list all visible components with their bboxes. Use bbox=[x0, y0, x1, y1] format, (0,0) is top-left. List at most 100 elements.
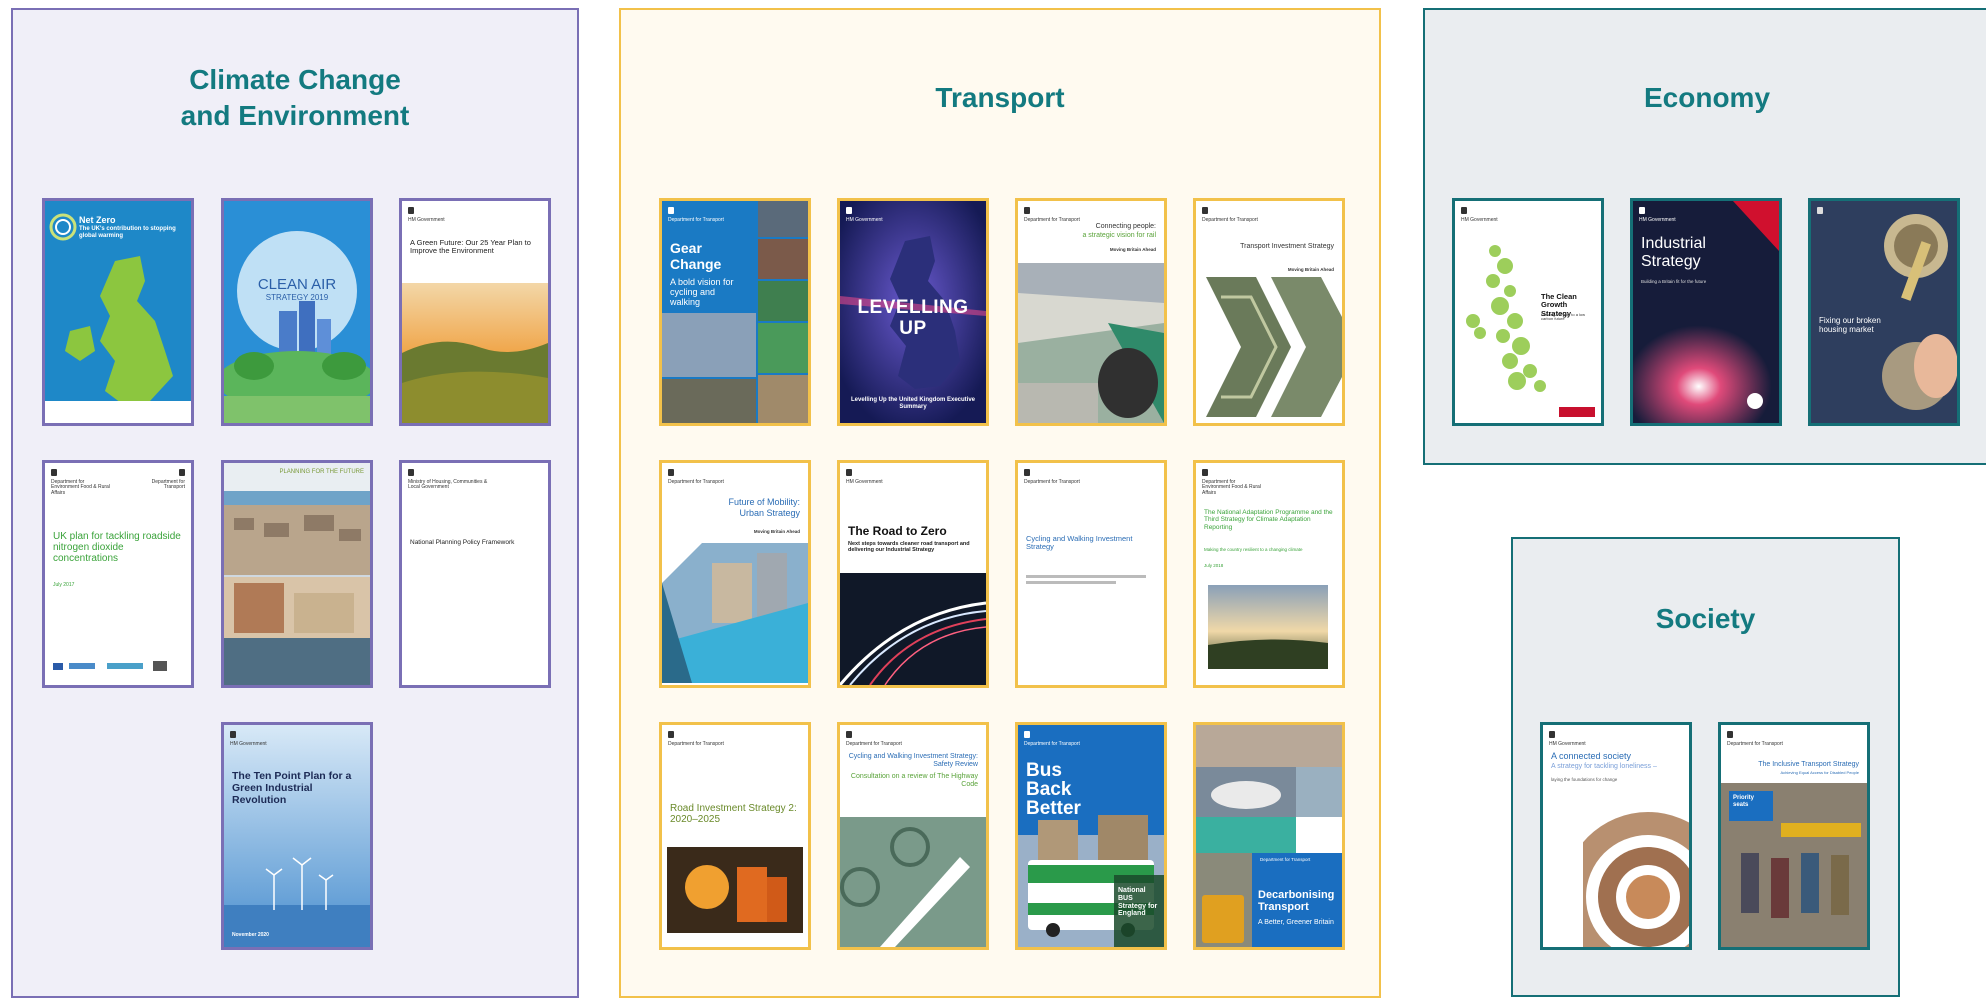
hm-government-label: HM Government bbox=[1549, 731, 1609, 747]
cover-subtitle: Achieving Equal Access for Disabled Peop… bbox=[1780, 770, 1860, 775]
defra-label: Department for Environment Food & Rural … bbox=[51, 469, 111, 496]
title-line-2: and Environment bbox=[180, 100, 410, 131]
transport-photo-collage bbox=[1196, 725, 1342, 947]
cover-title: Cycling and Walking Investment Strategy:… bbox=[848, 753, 978, 768]
cover-title: The Road to Zero bbox=[848, 524, 947, 538]
cover-title: Bus Back Better bbox=[1026, 760, 1081, 819]
cover-ten-point-plan[interactable]: HM Government The Ten Point Plan for a G… bbox=[221, 722, 373, 950]
dft-label: Department for Transport bbox=[668, 469, 728, 485]
wind-turbine-graphic bbox=[224, 725, 370, 947]
climate-panel: Climate Change and Environment Net Zero … bbox=[11, 8, 579, 998]
cover-cycling-walking-safety-review[interactable]: Department for Transport Cycling and Wal… bbox=[837, 722, 989, 950]
hm-government-label: HM Government bbox=[1639, 207, 1699, 223]
cover-subtitle: Next steps towards cleaner road transpor… bbox=[848, 541, 970, 554]
priority-seats-sign: Priority seats bbox=[1733, 795, 1755, 808]
dft-label: Department for Transport bbox=[1260, 857, 1311, 862]
cover-title: CLEAN AIR bbox=[257, 276, 337, 293]
cover-planning-future[interactable]: PLANNING FOR THE FUTURE bbox=[221, 460, 373, 688]
society-panel-title: Society bbox=[1655, 603, 1756, 634]
cover-title: Connecting people: bbox=[1095, 223, 1156, 230]
cover-national-adaptation-programme[interactable]: Department for Environment Food & Rural … bbox=[1193, 460, 1345, 688]
defra-label: Department for Environment Food & Rural … bbox=[1202, 469, 1262, 496]
cover-net-zero[interactable]: Net Zero The UK's contribution to stoppi… bbox=[42, 198, 194, 426]
cover-title: PLANNING FOR THE FUTURE bbox=[279, 469, 364, 475]
cover-subtitle: A bold vision for cycling and walking bbox=[670, 277, 734, 308]
cover-industrial-strategy[interactable]: HM Government Industrial Strategy Buildi… bbox=[1630, 198, 1782, 426]
cover-road-to-zero[interactable]: HM Government The Road to Zero Next step… bbox=[837, 460, 989, 688]
cover-subtitle: Levelling Up the United Kingdom Executiv… bbox=[850, 397, 976, 410]
dft-label: Department for Transport bbox=[1024, 207, 1084, 223]
body-text-line bbox=[1026, 575, 1146, 578]
dft-label: Department for Transport bbox=[846, 731, 906, 747]
cover-title: Road Investment Strategy 2: 2020–2025 bbox=[670, 803, 797, 826]
cover-title: A Green Future: Our 25 Year Plan to Impr… bbox=[410, 238, 531, 256]
cover-cycling-walking-investment[interactable]: Department for Transport Cycling and Wal… bbox=[1015, 460, 1167, 688]
cover-fixing-housing-market[interactable]: Fixing our broken housing market bbox=[1808, 198, 1960, 426]
dclg-label bbox=[1817, 207, 1877, 218]
town-photos bbox=[224, 463, 370, 685]
cover-road-investment-strategy-2[interactable]: Department for Transport Road Investment… bbox=[659, 722, 811, 950]
cycling-photo-collage bbox=[662, 201, 808, 423]
cover-subtitle: Building a Britain fit for the future bbox=[1641, 279, 1707, 284]
road-light-trails-photo bbox=[840, 573, 986, 685]
cover-date: July 2018 bbox=[1204, 563, 1224, 568]
cover-connected-society[interactable]: HM Government A connected society A stra… bbox=[1540, 722, 1692, 950]
cover-clean-growth-strategy[interactable]: HM Government The Clean Growth Strategy … bbox=[1452, 198, 1604, 426]
dft-label: Department for Transport bbox=[668, 207, 728, 223]
cover-title: Net Zero bbox=[79, 215, 116, 225]
body-text-line bbox=[1026, 581, 1116, 584]
cover-nppf[interactable]: Ministry of Housing, Communities & Local… bbox=[399, 460, 551, 688]
cover-title: Cycling and Walking Investment Strategy bbox=[1026, 534, 1133, 552]
cover-gear-change[interactable]: Department for Transport Gear Change A b… bbox=[659, 198, 811, 426]
cover-future-of-mobility[interactable]: Department for Transport Future of Mobil… bbox=[659, 460, 811, 688]
cover-tag: Moving Britain Ahead bbox=[753, 529, 800, 534]
dft-label: Department for Transport bbox=[1024, 731, 1084, 747]
cover-title: A connected society bbox=[1551, 751, 1632, 761]
cover-title: Fixing our broken housing market bbox=[1819, 316, 1881, 334]
cover-subtitle: Making the country resilient to a changi… bbox=[1204, 547, 1303, 552]
cover-subtitle: Consultation on a review of The Highway … bbox=[850, 773, 978, 788]
economy-panel: Economy HM Government The Clean Growth S… bbox=[1423, 8, 1986, 465]
cover-bus-back-better[interactable]: Department for Transport Bus Back Better… bbox=[1015, 722, 1167, 950]
cover-subtitle: A strategy for tackling loneliness – bbox=[1551, 763, 1657, 770]
cover-title: The National Adaptation Programme and th… bbox=[1204, 509, 1333, 531]
title-line-1: Climate Change bbox=[189, 64, 401, 95]
dft-label: Department for Transport bbox=[1202, 207, 1262, 223]
partner-logos bbox=[53, 661, 167, 671]
dft-label: Department for Transport bbox=[668, 731, 728, 747]
cover-decarbonising-transport[interactable]: Department for Transport Decarbonising T… bbox=[1193, 722, 1345, 950]
cover-title: Transport Investment Strategy bbox=[1240, 243, 1334, 250]
cover-title: Future of Mobility: bbox=[728, 497, 800, 507]
road-works-photo bbox=[667, 847, 803, 933]
cover-connecting-people[interactable]: Department for Transport Connecting peop… bbox=[1015, 198, 1167, 426]
key-in-lock-photo bbox=[1811, 201, 1957, 423]
cover-subtitle: a strategic vision for rail bbox=[1082, 232, 1156, 239]
cover-subtitle: Urban Strategy bbox=[739, 508, 800, 518]
dft-label: Department for Transport bbox=[1024, 469, 1084, 485]
cover-date: July 2017 bbox=[53, 582, 75, 588]
cover-title: Decarbonising Transport bbox=[1258, 889, 1335, 914]
transport-panel-title: Transport bbox=[935, 82, 1065, 113]
cover-title: National Planning Policy Framework bbox=[410, 539, 515, 546]
people-circles-photo bbox=[1543, 787, 1689, 947]
cover-title: UK plan for tackling roadside nitrogen d… bbox=[53, 531, 181, 565]
cover-inclusive-transport-strategy[interactable]: Department for Transport The Inclusive T… bbox=[1718, 722, 1870, 950]
cover-title: The Inclusive Transport Strategy bbox=[1758, 761, 1859, 768]
hm-government-label: HM Government bbox=[846, 207, 906, 223]
urban-street-photo bbox=[662, 543, 808, 683]
cover-clean-air[interactable]: CLEAN AIR STRATEGY 2019 bbox=[221, 198, 373, 426]
cover-levelling-up[interactable]: HM Government LEVELLING UP Levelling Up … bbox=[837, 198, 989, 426]
society-panel: Society HM Government A connected societ… bbox=[1511, 537, 1900, 997]
clean-air-illustration bbox=[224, 231, 370, 423]
mhclg-label: Ministry of Housing, Communities & Local… bbox=[408, 469, 488, 491]
cover-transport-investment-strategy[interactable]: Department for Transport Transport Inves… bbox=[1193, 198, 1345, 426]
hm-government-label: HM Government bbox=[846, 469, 906, 485]
landscape-photo bbox=[402, 283, 548, 423]
cover-title: The Ten Point Plan for a Green Industria… bbox=[232, 770, 352, 806]
cover-green-future[interactable]: HM Government A Green Future: Our 25 Yea… bbox=[399, 198, 551, 426]
cover-subtitle: STRATEGY 2019 bbox=[265, 293, 329, 302]
hm-government-label: HM Government bbox=[230, 731, 290, 747]
cover-nitrogen-dioxide-plan[interactable]: Department for Environment Food & Rural … bbox=[42, 460, 194, 688]
dft-label: Department for Transport bbox=[1727, 731, 1787, 747]
station-photo bbox=[1018, 263, 1164, 423]
